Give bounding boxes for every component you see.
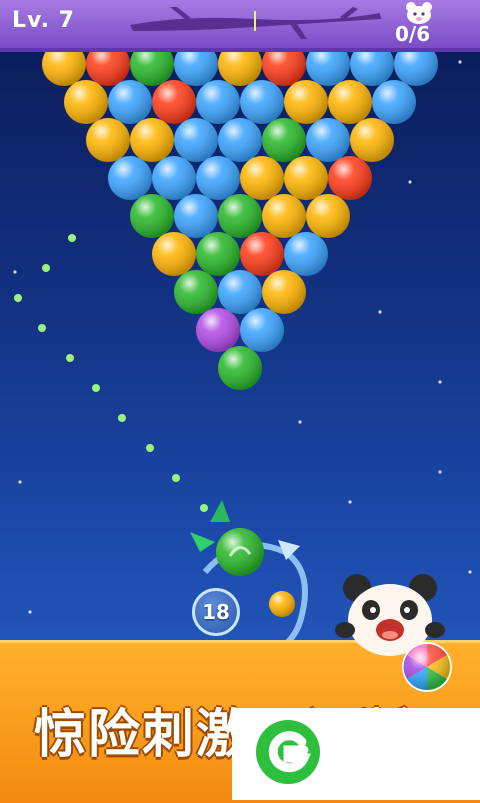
bubble-shine xyxy=(86,118,130,162)
goal-counter: 0/6 xyxy=(395,22,431,46)
bubble-shine xyxy=(130,118,174,162)
star xyxy=(468,570,472,574)
star xyxy=(298,420,302,424)
bubble-shine xyxy=(262,194,306,238)
star xyxy=(458,60,462,64)
aim-dot xyxy=(42,264,50,272)
rainbow-bubble-icon[interactable] xyxy=(400,640,454,694)
green-g-logo-icon xyxy=(256,720,320,784)
bubble-shine xyxy=(284,80,328,124)
bubble-shine xyxy=(218,270,262,314)
next-bubble[interactable] xyxy=(268,590,296,618)
bubble-shine xyxy=(218,194,262,238)
bubble-shine xyxy=(240,308,284,352)
bubble-shine xyxy=(306,118,350,162)
bubble-shine xyxy=(42,52,86,86)
aim-dot xyxy=(146,444,154,452)
bubble-shine xyxy=(174,270,218,314)
star xyxy=(438,470,442,474)
bubble-shine xyxy=(218,346,262,390)
bubble-shine xyxy=(240,80,284,124)
aim-dot xyxy=(172,474,180,482)
bubble-grid[interactable] xyxy=(42,52,438,390)
bubble-shine xyxy=(64,80,108,124)
bubble-shine xyxy=(218,52,262,86)
aim-dot xyxy=(66,354,74,362)
aim-dot xyxy=(118,414,126,422)
star xyxy=(28,610,32,614)
bubble-shine xyxy=(262,270,306,314)
aim-dot xyxy=(38,324,46,332)
bubble-shine xyxy=(350,52,394,86)
shooter-bubble[interactable] xyxy=(214,526,266,578)
bubble-shine xyxy=(174,118,218,162)
bubble-shine xyxy=(196,80,240,124)
bubble-shine xyxy=(196,308,240,352)
bubble-shine xyxy=(372,80,416,124)
star xyxy=(378,310,382,314)
bubble-shine xyxy=(328,156,372,200)
aim-dot xyxy=(68,234,76,242)
bubble-shine xyxy=(108,156,152,200)
bubble-shine xyxy=(152,80,196,124)
bubble-shine xyxy=(86,52,130,86)
bubble-shine xyxy=(306,194,350,238)
launcher[interactable] xyxy=(190,500,308,665)
star xyxy=(348,500,352,504)
bubble-shine xyxy=(328,80,372,124)
logo-panel xyxy=(232,708,480,800)
bubble-shine xyxy=(108,80,152,124)
aim-dot xyxy=(14,294,22,302)
ammo-count: 18 xyxy=(202,600,230,624)
bubble-shine xyxy=(130,194,174,238)
level-label: Lv. 7 xyxy=(12,8,75,33)
bubble-shine xyxy=(306,52,350,86)
bubble-shine xyxy=(130,52,174,86)
bubble-shine xyxy=(262,52,306,86)
bubble-shine xyxy=(196,232,240,276)
bubble-shine xyxy=(152,232,196,276)
tree-branch-icon xyxy=(130,7,381,39)
aim-trajectory xyxy=(14,234,208,512)
bubble-shine xyxy=(174,52,218,86)
bubble-shine xyxy=(218,118,262,162)
bubble-shine xyxy=(240,156,284,200)
bubble-shine xyxy=(284,232,328,276)
bubble-shine xyxy=(196,156,240,200)
star xyxy=(18,480,22,484)
bubble-shine xyxy=(240,232,284,276)
bubble-shine xyxy=(284,156,328,200)
bubble-shine xyxy=(152,156,196,200)
star xyxy=(408,180,412,184)
bubble-shine xyxy=(262,118,306,162)
star xyxy=(438,380,442,384)
aim-dot xyxy=(200,504,208,512)
aim-dot xyxy=(92,384,100,392)
bubble-shine xyxy=(350,118,394,162)
bubble-shine xyxy=(174,194,218,238)
star xyxy=(13,270,17,274)
bubble-shine xyxy=(394,52,438,86)
